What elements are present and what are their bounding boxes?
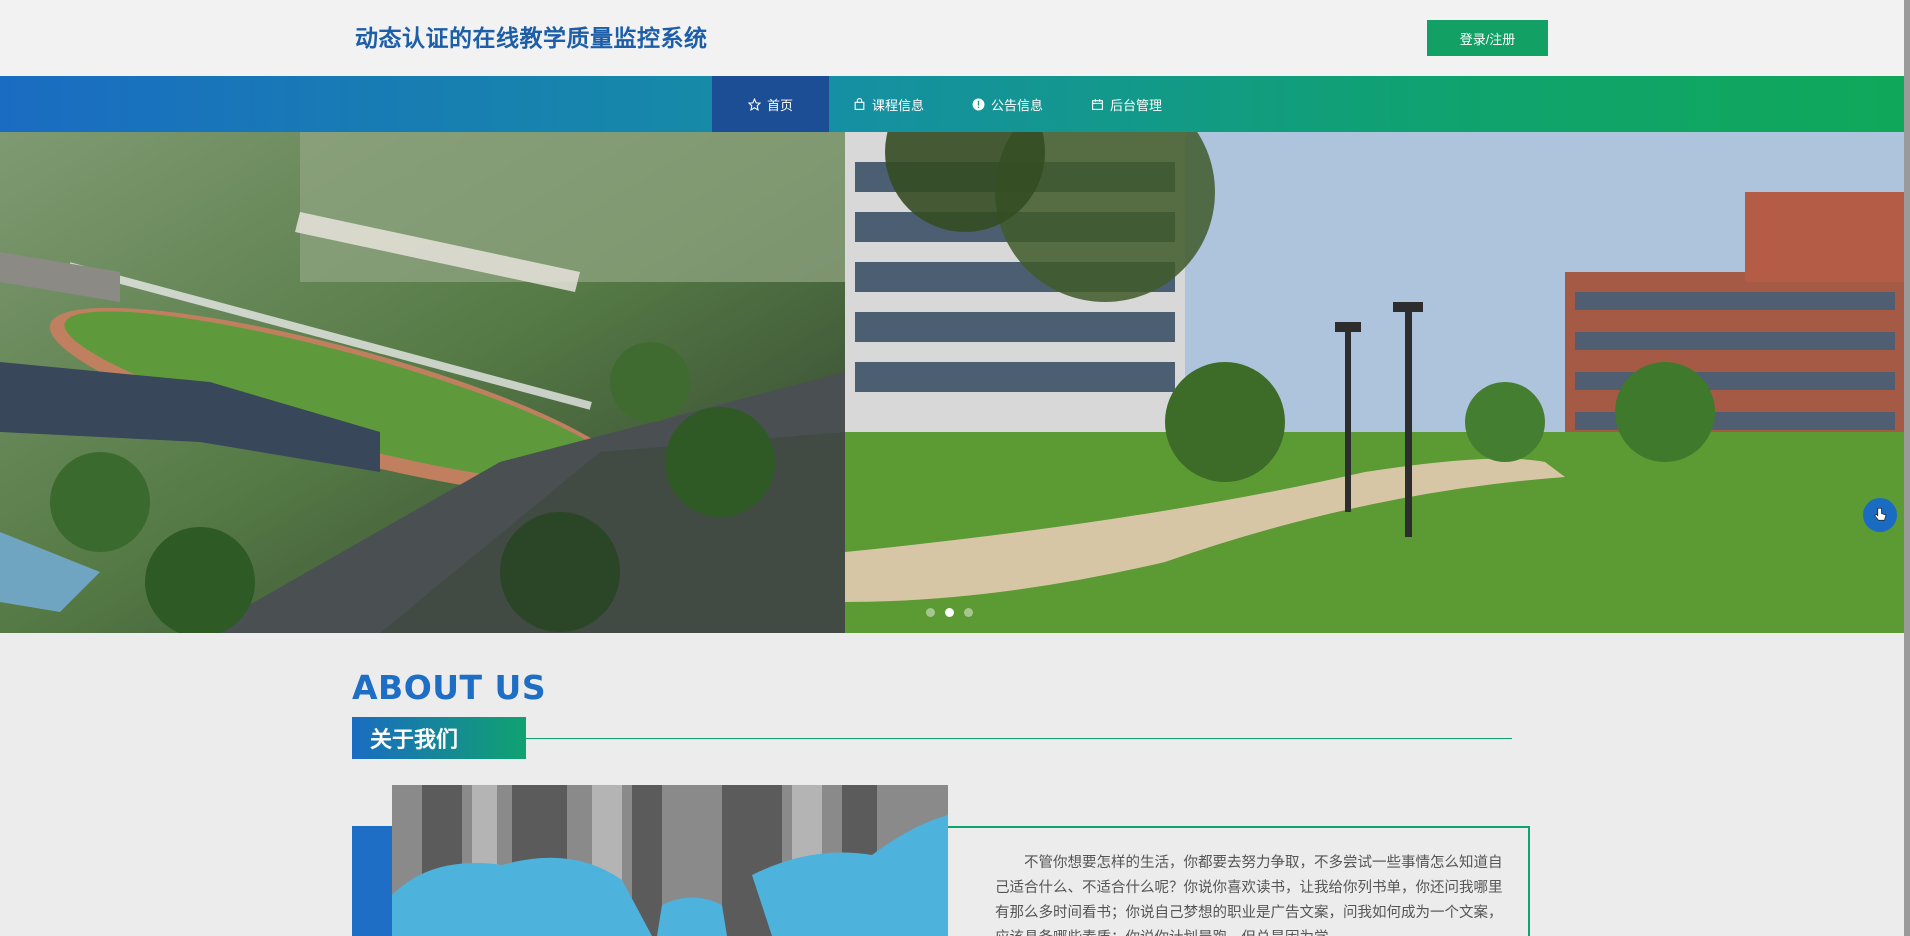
nav-item-admin[interactable]: 后台管理	[1067, 76, 1186, 132]
floating-scroll-button[interactable]	[1863, 498, 1897, 532]
banner-carousel[interactable]	[0, 132, 1904, 633]
star-icon	[748, 97, 761, 111]
main-nav: 首页 课程信息 公告信息 后台管理	[0, 76, 1904, 132]
about-title-en: ABOUT US	[352, 668, 547, 707]
about-divider	[526, 738, 1512, 739]
carousel-dot[interactable]	[964, 608, 973, 617]
carousel-dots	[926, 608, 973, 617]
about-description: 不管你想要怎样的生活，你都要去努力争取，不多尝试一些事情怎么知道自己适合什么、不…	[995, 851, 1507, 936]
page-scrollbar[interactable]	[1904, 0, 1910, 936]
nav-item-label: 后台管理	[1110, 98, 1163, 114]
carousel-dot[interactable]	[926, 608, 935, 617]
nav-item-label: 公告信息	[991, 98, 1044, 114]
about-accent-block	[352, 826, 392, 936]
bag-icon	[854, 97, 865, 110]
nav-item-announcements[interactable]: 公告信息	[948, 76, 1067, 132]
site-title: 动态认证的在线教学质量监控系统	[355, 26, 708, 52]
calendar-icon	[1092, 98, 1103, 110]
nav-item-label: 课程信息	[872, 98, 925, 114]
nav-item-home[interactable]: 首页	[712, 76, 830, 132]
login-register-button[interactable]: 登录/注册	[1427, 20, 1548, 56]
banner-slide-campus-aerial	[0, 132, 845, 633]
nav-item-label: 首页	[767, 98, 794, 114]
banner-slide-campus-buildings	[845, 132, 1904, 633]
nav-item-courses[interactable]: 课程信息	[829, 76, 948, 132]
carousel-dot-active[interactable]	[945, 608, 954, 617]
hand-pointer-icon	[1874, 507, 1887, 521]
about-title-zh: 关于我们	[352, 717, 526, 759]
about-image-world-map	[392, 785, 948, 936]
site-header: 动态认证的在线教学质量监控系统 登录/注册	[0, 0, 1904, 76]
about-paragraph: 不管你想要怎样的生活，你都要去努力争取，不多尝试一些事情怎么知道自己适合什么、不…	[995, 855, 1503, 936]
scrollbar-thumb[interactable]	[1904, 0, 1910, 936]
info-icon	[972, 98, 985, 110]
